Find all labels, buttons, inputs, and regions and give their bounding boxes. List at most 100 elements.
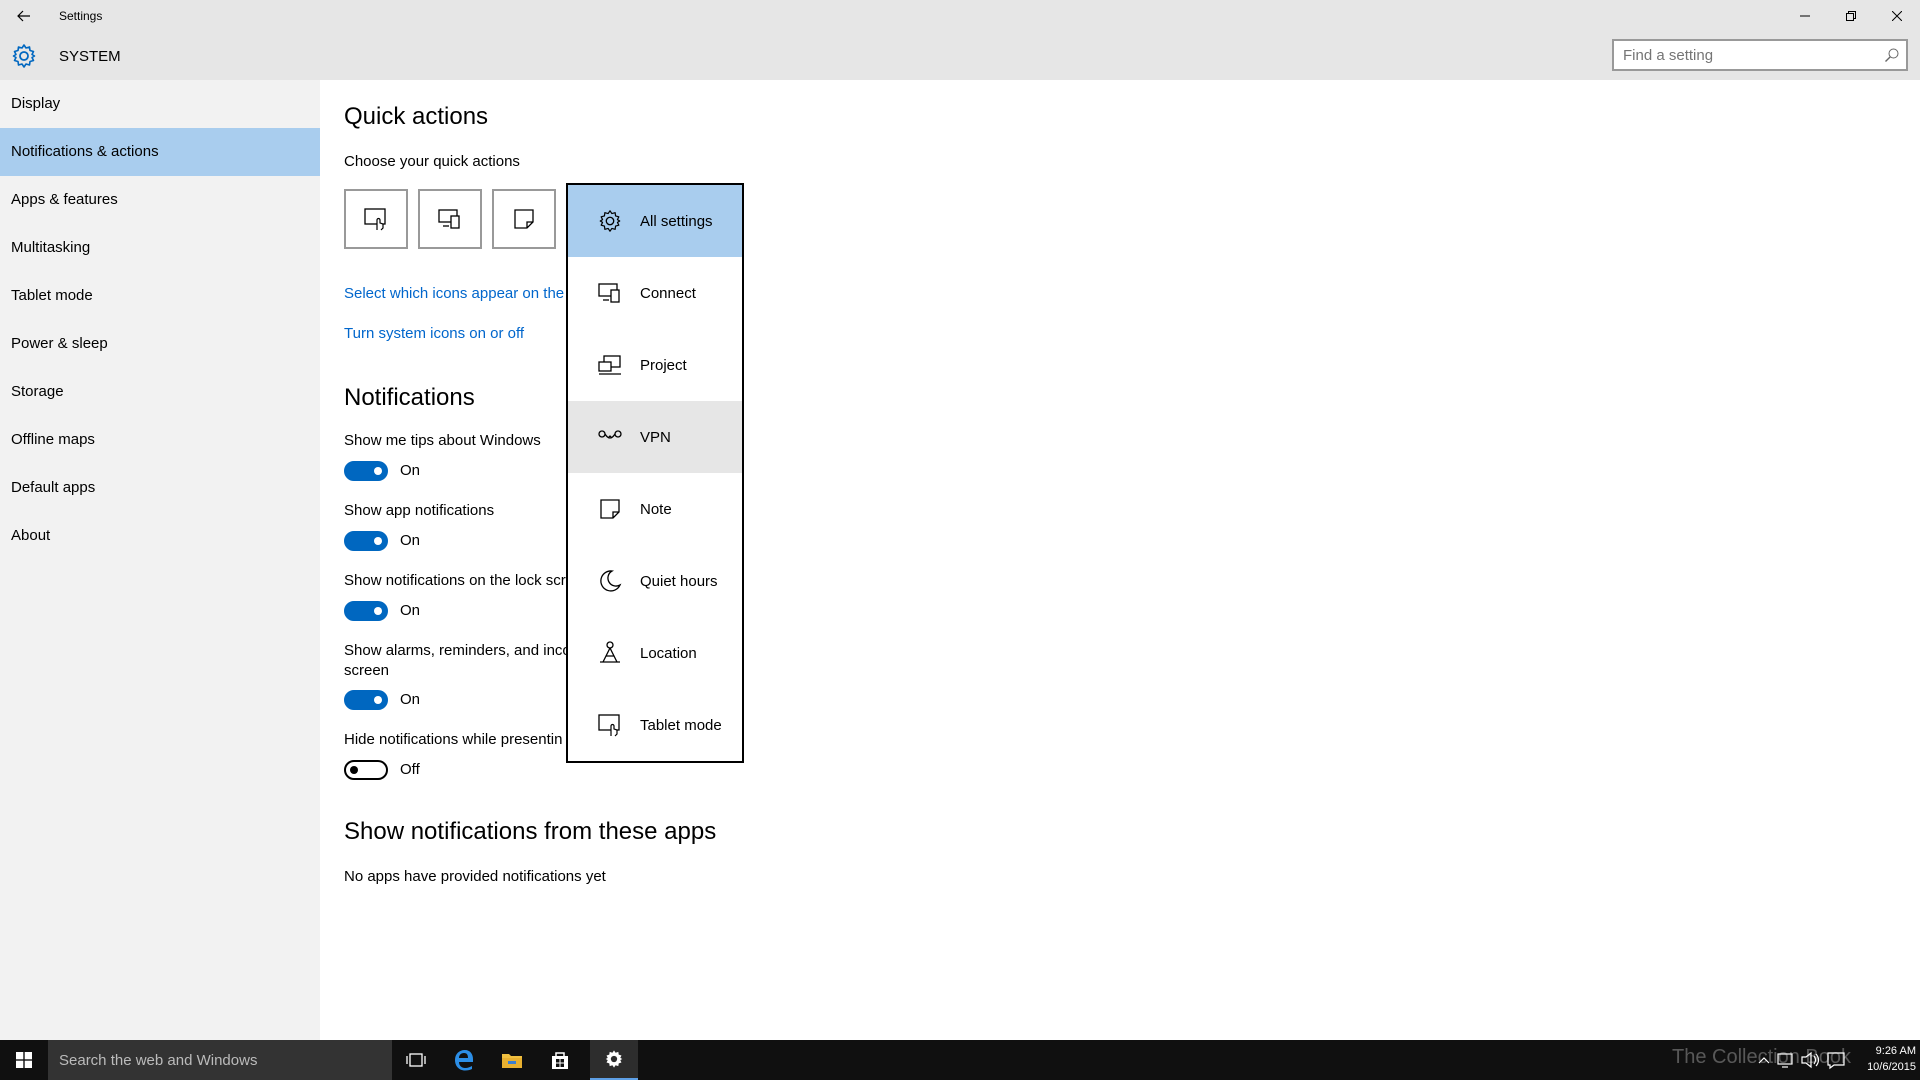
connect-icon (438, 209, 460, 229)
file-explorer-button[interactable] (488, 1040, 536, 1080)
title-bar: Settings (0, 0, 1920, 32)
picker-item-label: Location (640, 644, 697, 662)
presenting-label: Hide notifications while presentin (344, 731, 563, 748)
settings-taskbar-button[interactable] (590, 1040, 638, 1080)
picker-item-label: Connect (640, 284, 696, 302)
clock-date: 10/6/2015 (1867, 1061, 1916, 1073)
lock-screen-label: Show notifications on the lock scr (344, 572, 566, 589)
moon-icon (600, 570, 622, 592)
picker-item-location[interactable]: Location (568, 617, 742, 689)
picker-item-vpn[interactable]: VPN (568, 401, 742, 473)
vpn-icon (598, 430, 622, 439)
volume-icon[interactable] (1800, 1040, 1822, 1080)
sidebar-item-storage[interactable]: Storage (0, 368, 320, 416)
sidebar-item-apps-features[interactable]: Apps & features (0, 176, 320, 224)
sidebar-item-display[interactable]: Display (0, 80, 320, 128)
picker-item-project[interactable]: Project (568, 329, 742, 401)
gear-icon (605, 1050, 623, 1068)
alarms-toggle[interactable] (344, 690, 388, 710)
search-input[interactable] (1614, 41, 1864, 69)
picker-item-label: Note (640, 500, 672, 518)
tablet-mode-icon (364, 208, 386, 231)
content-pane: Quick actions Choose your quick actions … (320, 80, 1920, 1040)
alarms-state: On (400, 691, 421, 708)
picker-item-all-settings[interactable]: All settings (568, 185, 742, 257)
quick-action-connect[interactable] (418, 189, 482, 249)
apps-notifications-heading: Show notifications from these apps (344, 818, 717, 845)
quick-actions-subheading: Choose your quick actions (344, 153, 520, 170)
minimize-button[interactable] (1782, 0, 1828, 32)
sidebar-item-multitasking[interactable]: Multitasking (0, 224, 320, 272)
network-icon[interactable] (1776, 1040, 1796, 1080)
presenting-state: Off (400, 761, 420, 778)
taskbar-clock[interactable]: 9:26 AM 10/6/2015 (1852, 1043, 1916, 1075)
note-icon (514, 209, 534, 229)
picker-item-quiet-hours[interactable]: Quiet hours (568, 545, 742, 617)
alarms-label: Show alarms, reminders, and inco (344, 642, 571, 659)
close-button[interactable] (1874, 0, 1920, 32)
store-icon (552, 1052, 568, 1069)
search-icon (1885, 48, 1899, 62)
quick-action-note[interactable] (492, 189, 556, 249)
sidebar: Display Notifications & actions Apps & f… (0, 80, 320, 1040)
picker-item-note[interactable]: Note (568, 473, 742, 545)
tips-toggle[interactable] (344, 461, 388, 481)
location-icon (600, 641, 620, 663)
connect-icon (598, 283, 620, 303)
notifications-heading: Notifications (344, 384, 475, 411)
task-view-icon (406, 1053, 426, 1067)
system-icons-link[interactable]: Turn system icons on or off (344, 325, 524, 342)
sidebar-item-tablet-mode[interactable]: Tablet mode (0, 272, 320, 320)
restore-button[interactable] (1828, 0, 1874, 32)
taskbar: Search the web and Windows The Collectio… (0, 1040, 1920, 1080)
quick-action-tablet-mode[interactable] (344, 189, 408, 249)
page-title: SYSTEM (59, 48, 121, 65)
app-notifications-state: On (400, 532, 421, 549)
tips-setting-label: Show me tips about Windows (344, 432, 541, 449)
picker-item-label: All settings (640, 212, 713, 230)
edge-icon (455, 1050, 473, 1071)
picker-item-label: Project (640, 356, 687, 374)
show-hidden-icons-icon[interactable] (1756, 1040, 1772, 1080)
picker-item-tablet-mode[interactable]: Tablet mode (568, 689, 742, 761)
sidebar-item-about[interactable]: About (0, 512, 320, 560)
tips-toggle-state: On (400, 462, 421, 479)
back-arrow-icon (17, 10, 30, 22)
note-icon (600, 499, 620, 519)
sidebar-item-notifications-actions[interactable]: Notifications & actions (0, 128, 320, 176)
gear-icon (599, 210, 621, 232)
no-apps-text: No apps have provided notifications yet (344, 868, 606, 885)
tablet-mode-icon (598, 714, 620, 737)
edge-button[interactable] (440, 1040, 488, 1080)
lock-screen-toggle[interactable] (344, 601, 388, 621)
picker-item-label: Quiet hours (640, 572, 718, 590)
quick-actions-heading: Quick actions (344, 103, 489, 130)
sidebar-item-power-sleep[interactable]: Power & sleep (0, 320, 320, 368)
select-icons-link[interactable]: Select which icons appear on the (344, 285, 564, 302)
alarms-label-line2: screen (344, 662, 390, 679)
close-icon (1892, 11, 1902, 21)
back-button[interactable] (0, 0, 48, 32)
action-center-icon[interactable] (1826, 1040, 1846, 1080)
windows-logo-icon (16, 1052, 32, 1068)
clock-time: 9:26 AM (1875, 1045, 1916, 1057)
picker-item-label: Tablet mode (640, 716, 722, 734)
quick-action-picker: All settings Connect Project VPN Note Qu… (566, 183, 744, 763)
task-view-button[interactable] (392, 1040, 440, 1080)
project-icon (598, 355, 621, 375)
minimize-icon (1800, 15, 1810, 17)
app-notifications-toggle[interactable] (344, 531, 388, 551)
gear-icon (12, 44, 36, 68)
start-button[interactable] (0, 1040, 48, 1080)
presenting-toggle[interactable] (344, 760, 388, 780)
picker-item-connect[interactable]: Connect (568, 257, 742, 329)
sidebar-item-default-apps[interactable]: Default apps (0, 464, 320, 512)
folder-icon (502, 1054, 522, 1068)
taskbar-search-placeholder: Search the web and Windows (59, 1052, 258, 1069)
window-title: Settings (59, 9, 103, 23)
store-button[interactable] (536, 1040, 584, 1080)
taskbar-search-box[interactable]: Search the web and Windows (48, 1040, 392, 1080)
picker-item-label: VPN (640, 428, 671, 446)
sidebar-item-offline-maps[interactable]: Offline maps (0, 416, 320, 464)
search-box[interactable] (1612, 39, 1908, 71)
